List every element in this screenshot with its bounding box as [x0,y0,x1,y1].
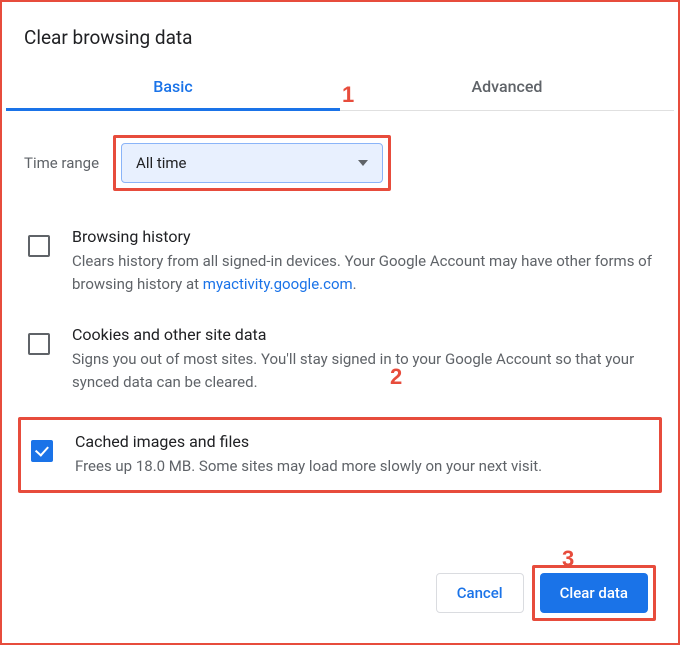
option-cached: Cached images and files Frees up 18.0 MB… [27,426,653,484]
check-icon [35,442,49,456]
tab-advanced[interactable]: Advanced [340,65,674,110]
option-browsing-history: Browsing history Clears history from all… [24,221,656,319]
cancel-button[interactable]: Cancel [436,573,524,613]
time-range-label: Time range [24,154,99,172]
option-desc: Frees up 18.0 MB. Some sites may load mo… [75,455,542,478]
option-desc: Signs you out of most sites. You'll stay… [72,348,656,393]
clear-browsing-data-dialog: Clear browsing data Basic Advanced Time … [2,2,678,493]
option-cookies: Cookies and other site data Signs you ou… [24,319,656,417]
option-title: Browsing history [72,227,656,246]
tab-basic[interactable]: Basic [6,65,340,110]
dialog-title: Clear browsing data [6,26,674,65]
checkbox-cached[interactable] [31,440,53,462]
clear-data-button[interactable]: Clear data [540,573,648,613]
dialog-footer: Cancel Clear data [436,565,656,621]
tabs: Basic Advanced [6,65,674,111]
annotation-box-2: Cached images and files Frees up 18.0 MB… [18,417,662,493]
annotation-box-3: Clear data [532,565,656,621]
checkbox-cookies[interactable] [28,333,50,355]
annotation-1: 1 [342,82,354,108]
option-desc: Clears history from all signed-in device… [72,250,656,295]
annotation-box-1: All time [113,135,391,191]
time-range-value: All time [136,154,186,172]
annotation-2: 2 [390,364,402,390]
caret-down-icon [358,160,368,166]
time-range-select[interactable]: All time [121,143,383,183]
option-title: Cookies and other site data [72,325,656,344]
option-title: Cached images and files [75,432,542,451]
myactivity-link[interactable]: myactivity.google.com [203,275,353,293]
checkbox-browsing-history[interactable] [28,235,50,257]
